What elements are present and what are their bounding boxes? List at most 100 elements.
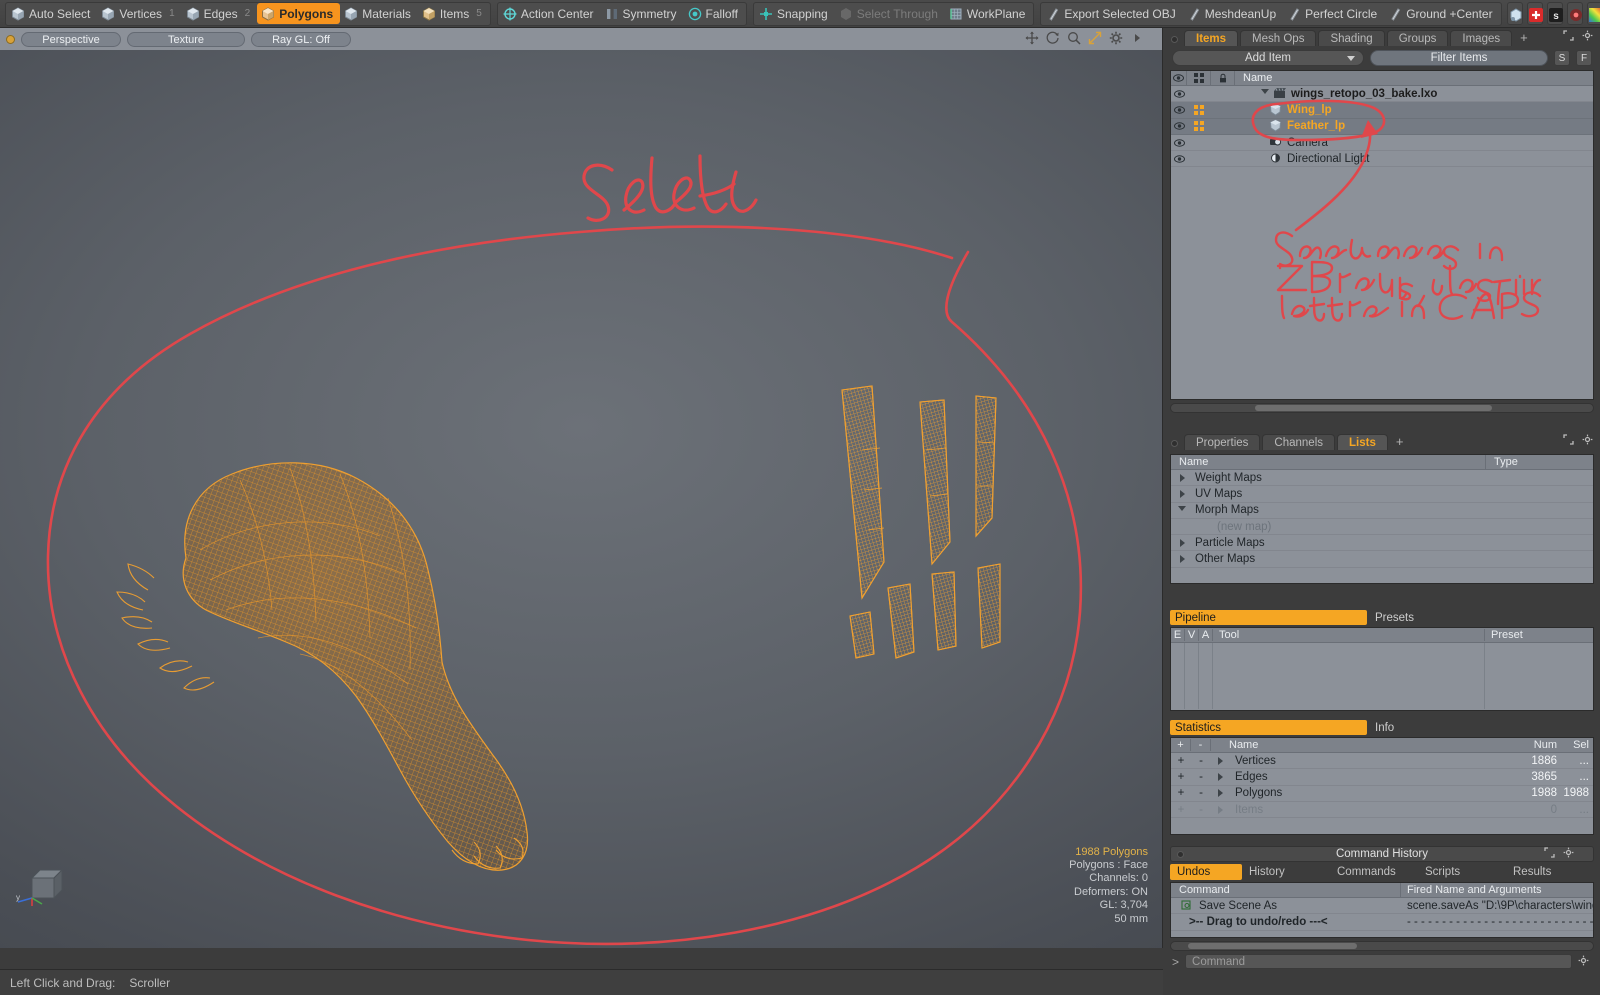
stat-remove-button[interactable]: - (1191, 755, 1211, 767)
tab-presets[interactable]: Presets (1367, 610, 1594, 625)
row-render-flag[interactable] (1187, 104, 1211, 115)
move-icon[interactable] (1025, 31, 1039, 45)
toolbar-button-workplane[interactable]: WorkPlane (945, 3, 1032, 24)
viewport-raygl-toggle[interactable]: Ray GL: Off (251, 31, 351, 47)
tab-images[interactable]: Images (1450, 30, 1513, 46)
tab-commands[interactable]: Commands (1330, 864, 1418, 880)
panel-menu-dot[interactable] (1171, 440, 1178, 447)
command-history-table[interactable]: Command Fired Name and Arguments Save Sc… (1170, 882, 1594, 938)
row-eye-toggle[interactable] (1171, 122, 1187, 130)
gear-icon[interactable] (1582, 30, 1596, 44)
list-item[interactable]: Particle Maps (1171, 535, 1593, 552)
viewport-view-mode[interactable]: Perspective (21, 31, 121, 47)
toolbar-button-gradient[interactable] (1586, 2, 1600, 25)
pipeline-table[interactable]: E V A Tool Preset (1170, 627, 1594, 711)
expand-icon[interactable] (1563, 434, 1577, 448)
list-item[interactable]: Other Maps (1171, 551, 1593, 568)
chevron-down-icon[interactable] (1178, 505, 1186, 515)
tab-lists[interactable]: Lists (1337, 434, 1388, 450)
items-tree[interactable]: Name wings_retopo_03_bake.lxo Wing_lp Fe… (1170, 70, 1594, 400)
viewport-3d[interactable]: Perspective Texture Ray GL: Off y 1988 P… (0, 28, 1163, 948)
toolbar-button-vertices[interactable]: Vertices 1 (97, 3, 181, 24)
toolbar-button-materials[interactable]: Materials (340, 3, 418, 24)
toolbar-button-add[interactable] (1526, 2, 1543, 25)
row-eye-toggle[interactable] (1171, 89, 1187, 98)
viewport-menu-dot[interactable] (6, 34, 15, 44)
toolbar-button-snapping[interactable]: Snapping (755, 3, 835, 24)
rotate-icon[interactable] (1046, 31, 1060, 45)
chevron-right-icon[interactable] (1217, 789, 1223, 798)
row-render-flag[interactable] (1187, 121, 1211, 132)
tab-add-button[interactable]: + (1514, 30, 1534, 46)
add-item-dropdown[interactable]: Add Item (1172, 50, 1364, 66)
tab-info[interactable]: Info (1367, 720, 1594, 735)
tab-channels[interactable]: Channels (1262, 434, 1336, 450)
table-row[interactable]: Directional Light (1171, 151, 1593, 168)
stat-add-button[interactable]: + (1171, 771, 1191, 783)
command-input[interactable]: Command (1185, 954, 1572, 969)
gear-icon[interactable] (1563, 847, 1577, 861)
toolbar-button-perfect-circle[interactable]: Perfect Circle (1283, 3, 1384, 24)
viewport-shading-mode[interactable]: Texture (127, 31, 245, 47)
panel-menu-dot[interactable] (1171, 36, 1178, 43)
lists-tree[interactable]: Name Type Weight Maps UV Maps Morph Maps (1170, 454, 1594, 584)
chevron-right-icon[interactable] (1217, 772, 1223, 781)
expand-icon[interactable] (1563, 30, 1577, 44)
chevron-right-icon[interactable] (1179, 538, 1185, 547)
tab-mesh-ops[interactable]: Mesh Ops (1240, 30, 1317, 46)
row-eye-toggle[interactable] (1171, 138, 1187, 147)
table-row[interactable]: Save Scene As scene.saveAs "D:\9P\charac… (1171, 898, 1593, 915)
stat-remove-button[interactable]: - (1191, 771, 1211, 783)
table-row[interactable]: + - Items 0 ... (1171, 802, 1593, 819)
statistics-table[interactable]: + - Name Num Sel + - Vertices 1886 ... +… (1170, 737, 1594, 835)
table-row[interactable]: + - Vertices 1886 ... (1171, 753, 1593, 770)
tab-shading[interactable]: Shading (1318, 30, 1385, 46)
table-row[interactable]: wings_retopo_03_bake.lxo (1171, 86, 1593, 103)
row-eye-toggle[interactable] (1171, 106, 1187, 114)
toolbar-button-edges[interactable]: Edges 2 (182, 3, 258, 24)
gear-icon[interactable] (1578, 955, 1592, 969)
tab-properties[interactable]: Properties (1184, 434, 1261, 450)
table-row[interactable]: Camera (1171, 135, 1593, 152)
toolbar-button-ground-center[interactable]: Ground +Center (1384, 3, 1499, 24)
tab-history[interactable]: History (1242, 864, 1330, 880)
toolbar-button-falloff[interactable]: Falloff (684, 3, 745, 24)
list-item[interactable]: Morph Maps (1171, 503, 1593, 519)
expand-icon[interactable] (1544, 847, 1558, 861)
viewport-canvas[interactable]: y 1988 Polygons Polygons : Face Channels… (0, 50, 1162, 948)
zoom-icon[interactable] (1067, 31, 1081, 45)
chevron-right-icon[interactable] (1217, 756, 1223, 765)
tab-pipeline[interactable]: Pipeline (1170, 610, 1367, 625)
toolbar-button-auto-select[interactable]: Auto Select (7, 3, 97, 24)
chevron-right-icon[interactable] (1217, 805, 1223, 814)
tab-statistics[interactable]: Statistics (1170, 720, 1367, 735)
toolbar-button-export-selected-obj[interactable]: Export Selected OBJ (1042, 3, 1182, 24)
table-row[interactable]: Wing_lp (1171, 102, 1593, 119)
gear-icon[interactable] (1109, 31, 1123, 45)
chevron-right-icon[interactable] (1179, 555, 1185, 564)
list-item[interactable]: UV Maps (1171, 486, 1593, 503)
toolbar-button-script[interactable]: s (1546, 2, 1563, 25)
stat-remove-button[interactable]: - (1191, 804, 1211, 816)
row-eye-toggle[interactable] (1171, 155, 1187, 163)
list-item[interactable]: Weight Maps (1171, 470, 1593, 487)
tab-scripts[interactable]: Scripts (1418, 864, 1506, 880)
toolbar-button-polygons[interactable]: Polygons (257, 3, 341, 24)
toolbar-button-select-through[interactable]: Select Through (835, 3, 945, 24)
chevron-right-icon[interactable] (1179, 473, 1185, 482)
tab-items[interactable]: Items (1184, 30, 1239, 46)
table-row[interactable]: Feather_lp (1171, 118, 1593, 135)
tab-add-button[interactable]: + (1390, 434, 1410, 450)
pipeline-table-body[interactable] (1171, 643, 1593, 709)
fit-icon[interactable] (1088, 31, 1102, 45)
items-horizontal-scrollbar[interactable] (1170, 403, 1594, 413)
list-item[interactable]: (new map) (1171, 519, 1593, 536)
toolbar-button-items[interactable]: Items 5 (418, 3, 489, 24)
chevron-down-icon[interactable] (1261, 89, 1269, 98)
tab-undos[interactable]: Undos (1170, 864, 1242, 880)
toolbar-button-mesh-preview[interactable] (1506, 2, 1523, 25)
table-row[interactable]: + - Polygons 1988 1988 (1171, 786, 1593, 802)
gear-icon[interactable] (1582, 434, 1596, 448)
toolbar-button-symmetry[interactable]: Symmetry (601, 3, 684, 24)
chevron-right-icon[interactable] (1130, 31, 1144, 45)
